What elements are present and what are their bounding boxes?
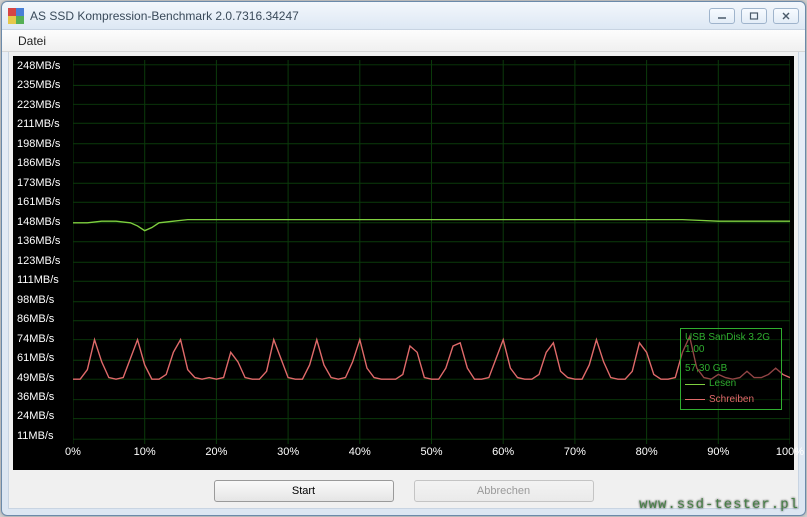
x-tick-label: 100% [776, 446, 804, 458]
y-tick-label: 161MB/s [17, 196, 71, 208]
cancel-button[interactable]: Abbrechen [414, 480, 594, 502]
y-tick-label: 36MB/s [17, 391, 71, 403]
y-axis: 248MB/s 235MB/s 223MB/s 211MB/s 198MB/s 186MB… [13, 56, 73, 444]
y-tick-label: 61MB/s [17, 352, 71, 364]
x-tick-label: 30% [277, 446, 299, 458]
x-tick-label: 20% [205, 446, 227, 458]
y-tick-label: 173MB/s [17, 177, 71, 189]
x-tick-label: 80% [636, 446, 658, 458]
close-button[interactable] [773, 8, 799, 24]
x-tick-label: 10% [134, 446, 156, 458]
y-tick-label: 111MB/s [17, 274, 71, 286]
x-tick-label: 90% [707, 446, 729, 458]
legend-write: Schreiben [685, 394, 777, 407]
y-tick-label: 186MB/s [17, 157, 71, 169]
legend-write-label: Schreiben [709, 394, 754, 407]
y-tick-label: 248MB/s [17, 60, 71, 72]
y-tick-label: 198MB/s [17, 138, 71, 150]
legend-read: Lesen [685, 378, 777, 391]
x-tick-label: 60% [492, 446, 514, 458]
window-controls [709, 8, 799, 24]
y-tick-label: 86MB/s [17, 313, 71, 325]
y-tick-label: 74MB/s [17, 333, 71, 345]
device-capacity: 57,30 GB [685, 363, 777, 376]
chart-area: 248MB/s 235MB/s 223MB/s 211MB/s 198MB/s 186MB… [13, 56, 794, 470]
y-tick-label: 148MB/s [17, 216, 71, 228]
plot: USB SanDisk 3.2G 1.00 57,30 GB Lesen Sch… [73, 60, 790, 444]
y-tick-label: 223MB/s [17, 99, 71, 111]
maximize-button[interactable] [741, 8, 767, 24]
device-firmware: 1.00 [685, 344, 777, 357]
app-icon [8, 8, 24, 24]
x-tick-label: 40% [349, 446, 371, 458]
y-tick-label: 11MB/s [17, 430, 71, 442]
y-tick-label: 49MB/s [17, 372, 71, 384]
x-tick-label: 0% [65, 446, 81, 458]
menubar: Datei [2, 30, 805, 52]
y-tick-label: 24MB/s [17, 410, 71, 422]
legend-read-line [685, 384, 705, 385]
x-axis: 0%10%20%30%40%50%60%70%80%90%100% [73, 446, 790, 464]
legend-write-line [685, 399, 705, 400]
minimize-button[interactable] [709, 8, 735, 24]
legend-read-label: Lesen [709, 378, 736, 391]
window-title: AS SSD Kompression-Benchmark 2.0.7316.34… [30, 9, 709, 23]
app-window: AS SSD Kompression-Benchmark 2.0.7316.34… [1, 1, 806, 516]
client-area: 248MB/s 235MB/s 223MB/s 211MB/s 198MB/s 186MB… [8, 52, 799, 509]
x-tick-label: 50% [420, 446, 442, 458]
y-tick-label: 136MB/s [17, 235, 71, 247]
device-info-box: USB SanDisk 3.2G 1.00 57,30 GB Lesen Sch… [680, 328, 782, 411]
y-tick-label: 123MB/s [17, 255, 71, 267]
y-tick-label: 98MB/s [17, 294, 71, 306]
button-row: Start Abbrechen [9, 474, 798, 508]
device-name: USB SanDisk 3.2G [685, 332, 777, 345]
start-button[interactable]: Start [214, 480, 394, 502]
y-tick-label: 211MB/s [17, 118, 71, 130]
x-tick-label: 70% [564, 446, 586, 458]
menu-file[interactable]: Datei [10, 32, 54, 50]
y-tick-label: 235MB/s [17, 79, 71, 91]
titlebar: AS SSD Kompression-Benchmark 2.0.7316.34… [2, 2, 805, 30]
